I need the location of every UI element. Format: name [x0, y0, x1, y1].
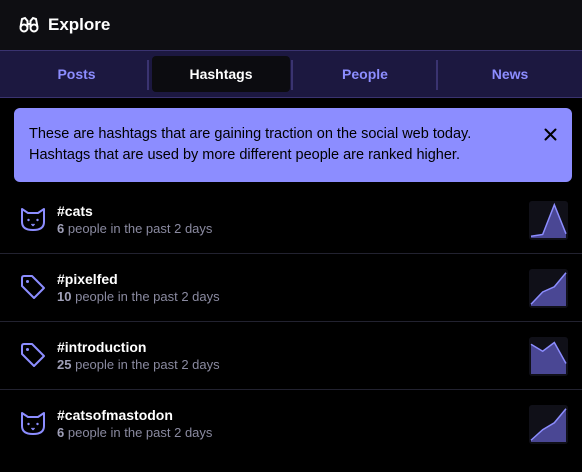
tag-icon	[18, 272, 48, 302]
tab-people[interactable]: People	[295, 56, 435, 92]
trend-sparkline	[529, 405, 568, 444]
info-banner: These are hashtags that are gaining trac…	[14, 108, 572, 182]
page-title: Explore	[48, 15, 111, 34]
hashtag-usage: 6 people in the past 2 days	[57, 425, 212, 440]
tab-posts[interactable]: Posts	[6, 56, 147, 92]
trend-sparkline	[529, 269, 568, 308]
page-header: Explore	[0, 0, 582, 50]
binoculars-icon	[18, 14, 40, 36]
hashtag-name[interactable]: #cats	[57, 203, 93, 219]
usage-text: people in the past 2 days	[75, 357, 220, 372]
tab-divider	[436, 60, 438, 90]
tag-icon	[18, 340, 48, 370]
tab-news[interactable]: News	[440, 56, 580, 92]
usage-count: 25	[57, 357, 72, 372]
hashtag-row[interactable]: #catsofmastodon 6 people in the past 2 d…	[0, 390, 582, 458]
close-icon[interactable]	[540, 124, 560, 144]
usage-count: 6	[57, 425, 65, 440]
usage-count: 10	[57, 289, 72, 304]
hashtag-list: #cats 6 people in the past 2 days #pixel…	[0, 186, 582, 458]
tab-hashtags[interactable]: Hashtags	[152, 56, 290, 92]
hashtag-row[interactable]: #cats 6 people in the past 2 days	[0, 186, 582, 254]
hashtag-usage: 10 people in the past 2 days	[57, 289, 220, 304]
trend-sparkline	[529, 337, 568, 376]
hashtag-row[interactable]: #introduction 25 people in the past 2 da…	[0, 322, 582, 390]
hashtag-row[interactable]: #pixelfed 10 people in the past 2 days	[0, 254, 582, 322]
hashtag-usage: 6 people in the past 2 days	[57, 221, 212, 236]
cat-icon	[18, 204, 48, 234]
usage-count: 6	[57, 221, 65, 236]
usage-text: people in the past 2 days	[67, 221, 213, 236]
hashtag-name[interactable]: #introduction	[57, 339, 146, 355]
usage-text: people in the past 2 days	[75, 289, 220, 304]
banner-text: These are hashtags that are gaining trac…	[29, 126, 472, 163]
tab-divider	[147, 60, 149, 90]
hashtag-name[interactable]: #catsofmastodon	[57, 407, 173, 423]
usage-text: people in the past 2 days	[67, 425, 213, 440]
hashtag-usage: 25 people in the past 2 days	[57, 357, 220, 372]
cat-icon	[18, 408, 48, 438]
trend-sparkline	[529, 201, 568, 240]
hashtag-name[interactable]: #pixelfed	[57, 271, 118, 287]
tab-divider	[291, 60, 293, 90]
explore-tabs: Posts Hashtags People News	[0, 50, 582, 98]
